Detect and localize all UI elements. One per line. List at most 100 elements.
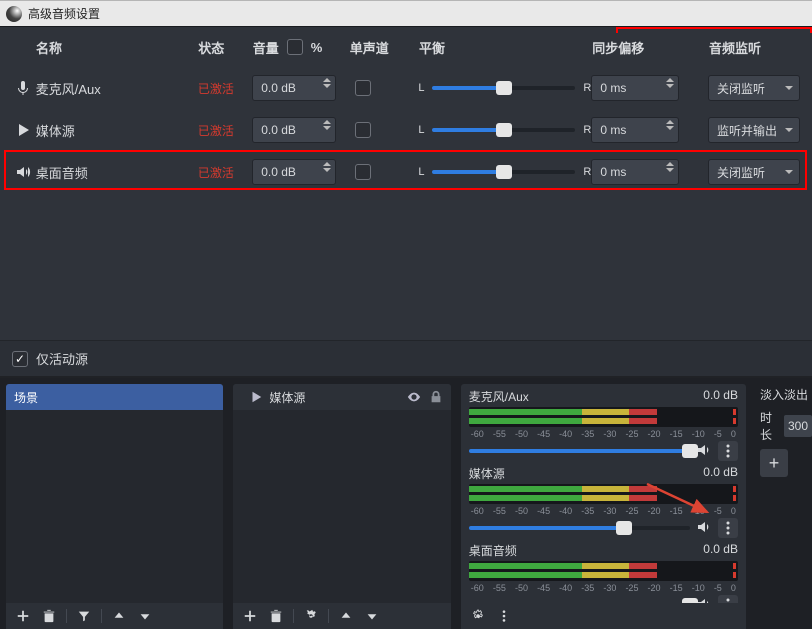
scenes-title: 场景 [14,389,38,406]
vu-meter [469,407,738,427]
audio-row: 桌面音频已激活0.0 dB L R0 ms 关闭监听 [0,151,812,193]
speaker-icon[interactable] [696,519,712,538]
mixer-panel: 麦克风/Aux 0.0 dB -60-55-50-45-40-35-30-25-20… [461,384,746,629]
duration-label: 时长 [760,409,778,443]
header-state: 状态 [198,38,252,57]
row-state: 已激活 [198,80,252,97]
mixer-menu-button[interactable] [493,606,515,626]
mixer-settings-button[interactable] [467,606,489,626]
channel-level: 0.0 dB [703,465,738,482]
sources-body[interactable] [233,410,450,603]
vu-meter [469,561,738,581]
speaker-icon[interactable] [696,596,712,604]
eye-icon[interactable] [407,390,421,404]
volume-input[interactable]: 0.0 dB [252,75,336,101]
monitor-select[interactable]: 关闭监听 [708,75,800,101]
lock-icon[interactable] [429,390,443,404]
window-title: 高级音频设置 [28,5,100,22]
mic-icon [10,80,36,96]
header-sync: 同步偏移 [592,38,709,57]
speaker-icon[interactable] [696,442,712,461]
mixer-channel: 麦克风/Aux 0.0 dB -60-55-50-45-40-35-30-25-20… [469,388,738,461]
scenes-body[interactable] [6,410,223,603]
balance-left-label: L [418,124,424,136]
scene-delete-button[interactable] [38,606,60,626]
channel-menu-button[interactable] [718,441,738,461]
balance-left-label: L [418,166,424,178]
sources-panel: 媒体源 [233,384,450,629]
percent-checkbox[interactable] [287,39,303,55]
channel-volume-slider[interactable] [469,526,690,530]
mixer-footer [461,603,746,629]
channel-name: 麦克风/Aux [469,388,529,405]
audio-row: 麦克风/Aux已激活0.0 dBLR0 ms关闭监听 [0,67,812,109]
channel-volume-slider[interactable] [469,449,690,453]
meter-ticks: -60-55-50-45-40-35-30-25-20-15-10-50 [469,429,738,439]
scene-filter-button[interactable] [73,606,95,626]
scene-add-button[interactable] [12,606,34,626]
source-add-button[interactable] [239,606,261,626]
row-state: 已激活 [198,164,252,181]
mono-checkbox[interactable] [355,164,371,180]
balance-right-label: R [583,124,591,136]
mixer-channel: 媒体源 0.0 dB -60-55-50-45-40-35-30-25-20-15-… [469,465,738,538]
row-name: 桌面音频 [36,163,198,182]
source-down-button[interactable] [361,606,383,626]
balance-slider[interactable] [432,86,575,90]
divider [66,609,67,623]
scenes-header[interactable]: 场景 [6,384,223,410]
scene-down-button[interactable] [134,606,156,626]
source-up-button[interactable] [335,606,357,626]
channel-menu-button[interactable] [718,595,738,603]
transition-add-button[interactable]: + [760,449,788,477]
header-name: 名称 [36,38,198,57]
volume-input[interactable]: 0.0 dB [252,117,336,143]
meter-ticks: -60-55-50-45-40-35-30-25-20-15-10-50 [469,506,738,516]
header-monitor: 音频监听 [709,38,800,57]
balance-slider[interactable] [432,170,575,174]
sync-input[interactable]: 0 ms [591,159,679,185]
active-only-checkbox[interactable] [12,351,28,367]
balance-right-label: R [583,166,591,178]
header-volume: 音量 % [253,38,350,57]
sources-header[interactable]: 媒体源 [233,384,450,410]
annotation-red-top [616,27,812,33]
channel-name: 桌面音频 [469,542,517,559]
mono-checkbox[interactable] [355,122,371,138]
sync-input[interactable]: 0 ms [591,75,679,101]
scenes-panel: 场景 [6,384,223,629]
channel-level: 0.0 dB [703,388,738,405]
active-only-label: 仅活动源 [36,349,88,368]
play-icon [249,390,263,404]
obs-icon [6,6,22,22]
row-name: 媒体源 [36,121,198,140]
balance-slider[interactable] [432,128,575,132]
source-delete-button[interactable] [265,606,287,626]
sync-input[interactable]: 0 ms [591,117,679,143]
divider [328,609,329,623]
source-props-button[interactable] [300,606,322,626]
scene-up-button[interactable] [108,606,130,626]
duration-input[interactable]: 300 [784,415,812,437]
transition-panel: 淡入淡出 时长 300 + [756,384,812,629]
volume-input[interactable]: 0.0 dB [252,159,336,185]
channel-menu-button[interactable] [718,518,738,538]
audio-row: 媒体源已激活0.0 dBLR0 ms监听并输出 [0,109,812,151]
mono-checkbox[interactable] [355,80,371,96]
row-name: 麦克风/Aux [36,79,198,98]
monitor-select[interactable]: 关闭监听 [708,159,800,185]
channel-name: 媒体源 [469,465,505,482]
header-balance: 平衡 [419,38,592,57]
sources-title: 媒体源 [269,389,305,406]
channel-level: 0.0 dB [703,542,738,559]
advanced-audio-modal: 名称 状态 音量 % 单声道 平衡 同步偏移 音频监听 麦克风/Aux已激活0.… [0,26,812,376]
monitor-select[interactable]: 监听并输出 [708,117,800,143]
balance-left-label: L [418,82,424,94]
divider [293,609,294,623]
transition-label: 淡入淡出 [760,384,812,403]
vu-meter [469,484,738,504]
window-titlebar: 高级音频设置 [0,0,812,26]
modal-footer: 仅活动源 [0,340,812,376]
header-mono: 单声道 [350,38,419,57]
docks: 场景 媒体源 [0,378,812,629]
